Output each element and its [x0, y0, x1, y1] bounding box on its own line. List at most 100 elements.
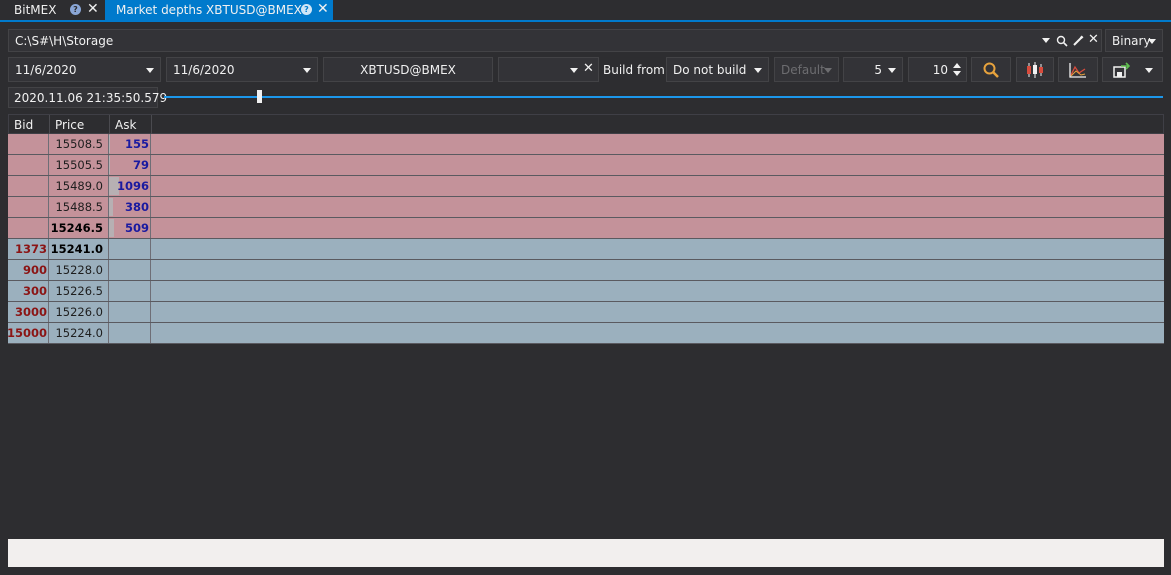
- tab-market-depths[interactable]: Market depths XBTUSD@BMEX ? ✕: [105, 0, 333, 20]
- price-value: 15508.5: [55, 137, 103, 151]
- search-button[interactable]: [971, 57, 1011, 82]
- bid-row[interactable]: 15000 15224.0: [6, 323, 1164, 344]
- price-cell: 15246.5: [49, 218, 109, 238]
- chevron-down-icon[interactable]: [1042, 38, 1050, 43]
- portfolio-combobox[interactable]: ✕: [498, 57, 599, 82]
- price-cell: 15224.0: [49, 323, 109, 343]
- interval-stepper[interactable]: 10: [908, 57, 967, 82]
- ask-cell: 79: [109, 155, 151, 175]
- depth-text: 5: [874, 62, 882, 77]
- bid-row[interactable]: 900 15228.0: [8, 260, 1164, 281]
- ask-row[interactable]: 15246.5 509: [8, 218, 1164, 239]
- search-icon[interactable]: [1056, 35, 1068, 47]
- row-filler: [151, 176, 1164, 196]
- interval-text: 10: [932, 62, 948, 77]
- depth-select[interactable]: 5: [843, 57, 903, 82]
- grid-header: Bid Price Ask: [8, 114, 1164, 135]
- stepper-up-icon[interactable]: [953, 63, 961, 68]
- ask-volume: 1096: [116, 179, 149, 193]
- price-cell: 15226.5: [49, 281, 109, 301]
- column-header-price[interactable]: Price: [50, 115, 110, 135]
- storage-format-select[interactable]: Binary: [1105, 29, 1163, 52]
- bid-row[interactable]: 3000 15226.0: [8, 302, 1164, 323]
- ask-cell: [109, 260, 151, 280]
- candles-chart-button[interactable]: [1016, 57, 1054, 82]
- time-slider-track[interactable]: [164, 96, 1163, 98]
- row-filler: [151, 134, 1164, 154]
- row-filler: [151, 281, 1164, 301]
- row-filler: [151, 323, 1164, 343]
- to-date-text: 11/6/2020: [173, 62, 235, 77]
- row-filler: [151, 197, 1164, 217]
- indicator-chart-button[interactable]: [1058, 57, 1098, 82]
- time-slider-thumb[interactable]: [257, 90, 262, 103]
- security-picker[interactable]: XBTUSD@BMEX: [323, 57, 493, 82]
- ask-volume-bar: [109, 219, 114, 237]
- timestamp-text: 2020.11.06 21:35:50.579: [14, 90, 168, 105]
- bid-volume: 1373: [14, 242, 47, 256]
- ask-row[interactable]: 15488.5 380: [8, 197, 1164, 218]
- from-date-picker[interactable]: 11/6/2020: [8, 57, 161, 82]
- price-value: 15226.0: [55, 305, 103, 319]
- ask-volume-bar: [109, 156, 110, 174]
- stepper-down-icon[interactable]: [953, 71, 961, 76]
- ask-cell: 1096: [109, 176, 151, 196]
- ask-row[interactable]: 15508.5 155: [8, 134, 1164, 155]
- ask-volume-bar: [109, 135, 110, 153]
- bid-cell: [8, 197, 49, 217]
- ask-row[interactable]: 15489.0 1096: [8, 176, 1164, 197]
- ask-row[interactable]: 15505.5 79: [8, 155, 1164, 176]
- chevron-down-icon: [303, 67, 311, 73]
- chart-line-icon: [1069, 62, 1086, 78]
- tab-bitmex[interactable]: BitMEX ? ✕: [0, 0, 105, 20]
- ask-cell: [109, 281, 151, 301]
- market-depth-grid: Bid Price Ask 15508.5 155 15505.5 79 15489.0…: [6, 114, 1164, 539]
- help-icon[interactable]: ?: [70, 4, 81, 15]
- bid-row[interactable]: 1373 15241.0: [8, 239, 1164, 260]
- ask-cell: 380: [109, 197, 151, 217]
- help-icon[interactable]: ?: [301, 4, 312, 15]
- ask-cell: [109, 239, 151, 259]
- close-icon[interactable]: ✕: [317, 1, 329, 17]
- row-filler: [151, 260, 1164, 280]
- tab-bar: BitMEX ? ✕ Market depths XBTUSD@BMEX ? ✕: [0, 0, 1171, 22]
- price-cell: 15489.0: [49, 176, 109, 196]
- price-cell: 15226.0: [49, 302, 109, 322]
- bid-volume: 300: [22, 284, 47, 298]
- bid-cell: [8, 176, 49, 196]
- chevron-down-icon: [888, 67, 896, 73]
- clear-icon[interactable]: ✕: [583, 61, 594, 76]
- bid-row[interactable]: 300 15226.5: [8, 281, 1164, 302]
- build-from-label: Build from:: [603, 63, 669, 77]
- bid-cell: 900: [8, 260, 49, 280]
- close-icon[interactable]: ✕: [87, 1, 99, 17]
- bid-volume: 3000: [14, 305, 47, 319]
- price-value: 15224.0: [55, 326, 103, 340]
- edit-icon[interactable]: [1072, 35, 1084, 47]
- ask-cell: 509: [109, 218, 151, 238]
- ask-volume: 509: [124, 221, 149, 235]
- row-filler: [151, 218, 1164, 238]
- export-button[interactable]: [1102, 57, 1163, 82]
- price-value: 15488.5: [55, 200, 103, 214]
- storage-path-combobox[interactable]: C:\S#\H\Storage ✕: [8, 29, 1102, 52]
- clear-icon[interactable]: ✕: [1088, 32, 1099, 47]
- candlestick-icon: [1027, 61, 1043, 78]
- build-from-select[interactable]: Do not build: [666, 57, 769, 82]
- ask-volume: 380: [124, 200, 149, 214]
- price-value: 15489.0: [55, 179, 103, 193]
- storage-format-text: Binary: [1112, 33, 1151, 48]
- timestamp-field: 2020.11.06 21:35:50.579: [8, 87, 167, 108]
- chevron-down-icon: [754, 67, 762, 73]
- search-icon: [983, 62, 999, 78]
- column-header-ask[interactable]: Ask: [110, 115, 152, 135]
- to-date-picker[interactable]: 11/6/2020: [166, 57, 318, 82]
- column-header-bid[interactable]: Bid: [9, 115, 50, 135]
- bid-volume: 15000: [6, 326, 47, 340]
- storage-path-text: C:\S#\H\Storage: [15, 33, 114, 48]
- bid-volume: 900: [22, 263, 47, 277]
- chevron-down-icon: [146, 67, 154, 73]
- row-filler: [151, 155, 1164, 175]
- ask-volume-bar: [109, 198, 113, 216]
- tab-label: Market depths XBTUSD@BMEX: [116, 3, 302, 17]
